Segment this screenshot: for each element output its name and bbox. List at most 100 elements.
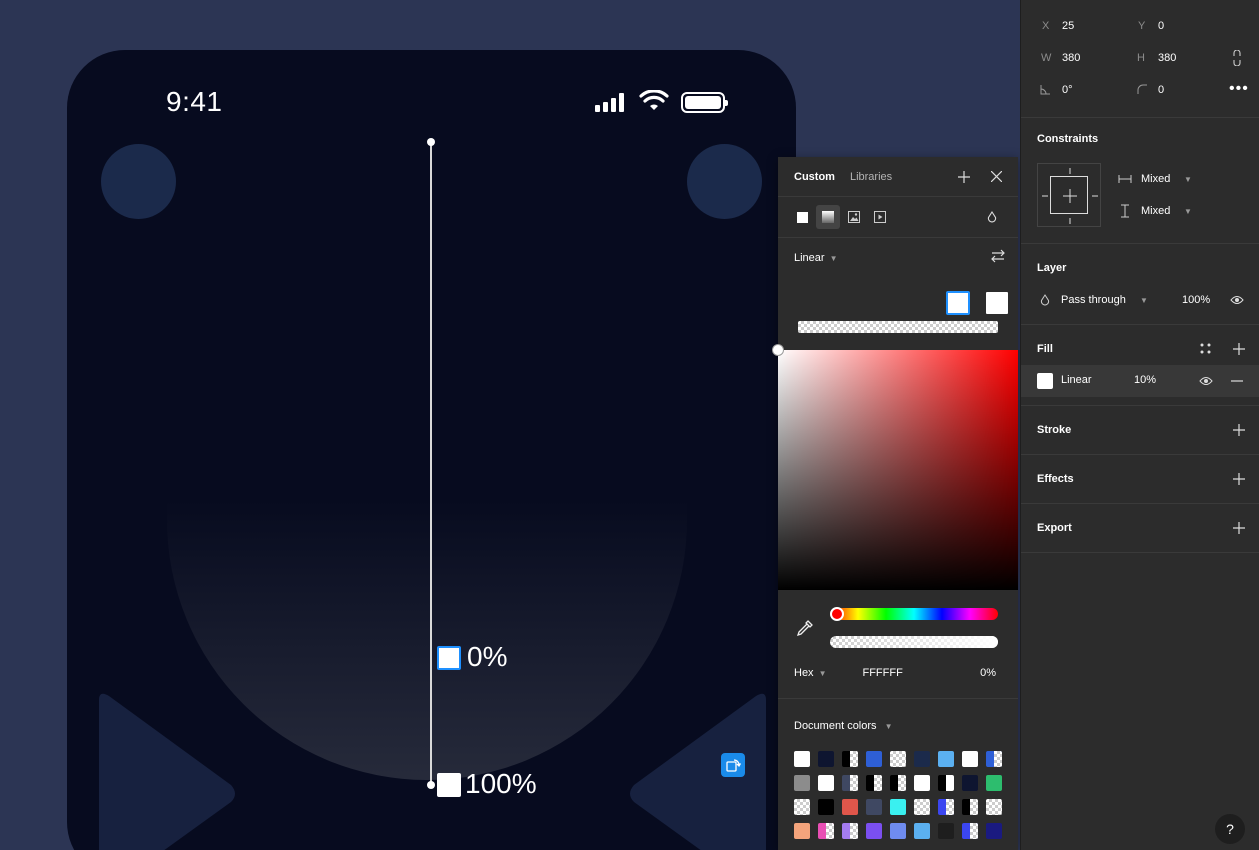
fill-type-label[interactable]: Linear bbox=[1061, 374, 1092, 386]
flip-gradient-button[interactable] bbox=[990, 249, 1006, 268]
add-style-button[interactable] bbox=[954, 167, 974, 187]
saturation-brightness-area[interactable] bbox=[778, 350, 1018, 590]
tab-libraries[interactable]: Libraries bbox=[850, 171, 892, 183]
gradient-glow-shape[interactable] bbox=[167, 500, 687, 780]
color-swatch[interactable] bbox=[986, 775, 1002, 791]
corner-radius-input[interactable]: 0 bbox=[1158, 84, 1164, 96]
color-swatch[interactable] bbox=[890, 775, 906, 791]
color-swatch[interactable] bbox=[914, 751, 930, 767]
y-label: Y bbox=[1138, 20, 1146, 32]
color-swatch[interactable] bbox=[938, 799, 954, 815]
color-swatch[interactable] bbox=[986, 799, 1002, 815]
gradient-stop-bottom-label: 100% bbox=[465, 768, 537, 799]
color-swatch[interactable] bbox=[866, 823, 882, 839]
eye-icon[interactable] bbox=[1230, 294, 1244, 306]
color-swatch[interactable] bbox=[794, 751, 810, 767]
gradient-handle-line[interactable] bbox=[430, 142, 432, 786]
properties-inspector: X 25 Y 0 W 380 H 380 0° 0 ••• Constraint… bbox=[1020, 0, 1259, 850]
color-swatch[interactable] bbox=[866, 799, 882, 815]
blend-mode-dropdown[interactable]: Pass through bbox=[1061, 294, 1126, 306]
blend-mode-button[interactable] bbox=[980, 205, 1004, 229]
color-swatch[interactable] bbox=[986, 823, 1002, 839]
color-swatch[interactable] bbox=[938, 823, 954, 839]
drop-icon bbox=[987, 211, 997, 223]
add-effect-icon[interactable] bbox=[1231, 471, 1247, 487]
gradient-handle-start[interactable] bbox=[427, 138, 435, 146]
color-swatch[interactable] bbox=[866, 775, 882, 791]
gradient-fill-button[interactable] bbox=[816, 205, 840, 229]
color-swatch[interactable] bbox=[794, 799, 810, 815]
rotation-input[interactable]: 0° bbox=[1062, 84, 1073, 96]
chevron-down-icon: ▼ bbox=[1184, 207, 1192, 216]
height-input[interactable]: 380 bbox=[1158, 52, 1176, 64]
video-fill-button[interactable] bbox=[868, 205, 892, 229]
fill-opacity-input[interactable]: 10% bbox=[1134, 374, 1156, 386]
color-swatch[interactable] bbox=[914, 799, 930, 815]
color-swatch[interactable] bbox=[962, 751, 978, 767]
style-grid-icon[interactable] bbox=[1200, 343, 1211, 354]
color-swatch[interactable] bbox=[986, 751, 1002, 767]
gradient-stop-bottom[interactable] bbox=[437, 773, 461, 797]
color-swatch[interactable] bbox=[938, 751, 954, 767]
color-swatch[interactable] bbox=[794, 775, 810, 791]
image-fill-button[interactable] bbox=[842, 205, 866, 229]
opacity-slider[interactable] bbox=[830, 636, 998, 648]
divider bbox=[778, 698, 1018, 699]
color-swatch[interactable] bbox=[818, 751, 834, 767]
tab-custom[interactable]: Custom bbox=[794, 171, 835, 183]
add-fill-icon[interactable] bbox=[1231, 341, 1247, 357]
color-swatch[interactable] bbox=[890, 751, 906, 767]
color-swatch[interactable] bbox=[914, 775, 930, 791]
color-swatch[interactable] bbox=[842, 751, 858, 767]
width-input[interactable]: 380 bbox=[1062, 52, 1080, 64]
color-swatch[interactable] bbox=[890, 799, 906, 815]
canvas-action-button[interactable] bbox=[721, 753, 745, 777]
hue-knob[interactable] bbox=[830, 607, 844, 621]
more-options-icon[interactable]: ••• bbox=[1229, 80, 1249, 98]
gradient-type-dropdown[interactable]: Linear bbox=[794, 252, 825, 264]
color-swatch[interactable] bbox=[938, 775, 954, 791]
constrain-proportions-icon[interactable] bbox=[1233, 50, 1241, 66]
fill-item-row[interactable]: Linear 10% bbox=[1021, 365, 1259, 397]
color-swatch[interactable] bbox=[818, 775, 834, 791]
color-swatch[interactable] bbox=[818, 823, 834, 839]
x-input[interactable]: 25 bbox=[1062, 20, 1074, 32]
color-swatch[interactable] bbox=[818, 799, 834, 815]
color-swatch[interactable] bbox=[842, 799, 858, 815]
color-swatch[interactable] bbox=[890, 823, 906, 839]
color-swatch[interactable] bbox=[962, 775, 978, 791]
gradient-bar-stop-0[interactable] bbox=[946, 291, 970, 315]
add-export-icon[interactable] bbox=[1231, 520, 1247, 536]
eye-icon[interactable] bbox=[1199, 375, 1213, 387]
opacity-input[interactable]: 0% bbox=[980, 667, 996, 679]
hue-slider[interactable] bbox=[830, 608, 998, 620]
y-input[interactable]: 0 bbox=[1158, 20, 1164, 32]
fill-swatch[interactable] bbox=[1037, 373, 1053, 389]
saturation-knob[interactable] bbox=[772, 344, 784, 356]
color-swatch[interactable] bbox=[914, 823, 930, 839]
layer-opacity-input[interactable]: 100% bbox=[1182, 294, 1210, 306]
gradient-stop-top[interactable] bbox=[437, 646, 461, 670]
close-picker-button[interactable] bbox=[986, 167, 1006, 187]
vertical-constraint-dropdown[interactable]: Mixed bbox=[1141, 205, 1170, 217]
gradient-handle-end[interactable] bbox=[427, 781, 435, 789]
remove-fill-icon[interactable] bbox=[1231, 380, 1243, 382]
color-swatch[interactable] bbox=[842, 823, 858, 839]
help-button[interactable]: ? bbox=[1215, 814, 1245, 844]
color-swatch[interactable] bbox=[794, 823, 810, 839]
color-format-dropdown[interactable]: Hex bbox=[794, 667, 814, 679]
color-swatch[interactable] bbox=[962, 823, 978, 839]
gradient-bar-stop-1[interactable] bbox=[985, 291, 1009, 315]
gradient-bar[interactable] bbox=[798, 321, 998, 333]
eyedropper-button[interactable] bbox=[796, 619, 814, 642]
horizontal-constraint-dropdown[interactable]: Mixed bbox=[1141, 173, 1170, 185]
add-stroke-icon[interactable] bbox=[1231, 422, 1247, 438]
color-swatch[interactable] bbox=[842, 775, 858, 791]
document-colors-dropdown[interactable]: Document colors bbox=[794, 720, 877, 732]
hex-input[interactable]: FFFFFF bbox=[862, 667, 902, 679]
phone-frame[interactable]: 9:41 bbox=[67, 50, 796, 850]
color-swatch[interactable] bbox=[866, 751, 882, 767]
color-swatch[interactable] bbox=[962, 799, 978, 815]
solid-fill-button[interactable] bbox=[790, 205, 814, 229]
constraints-widget[interactable] bbox=[1037, 163, 1101, 227]
